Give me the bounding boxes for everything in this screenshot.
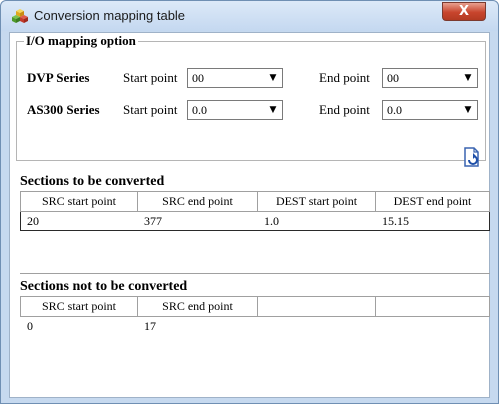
refresh-document-icon[interactable]	[461, 146, 483, 168]
cell-src-end[interactable]: 17	[138, 317, 258, 336]
cell-dest-end[interactable]: 15.15	[375, 211, 490, 231]
cell-empty-2[interactable]	[376, 317, 490, 336]
cell-src-start[interactable]: 0	[21, 317, 138, 336]
col-src-start[interactable]: SRC start point	[20, 191, 138, 212]
dvp-end-select[interactable]: 00 ▼	[382, 68, 478, 88]
title-bar: Conversion mapping table X	[1, 1, 498, 31]
dvp-end-label: End point	[319, 70, 370, 85]
cell-src-end[interactable]: 377	[137, 211, 258, 231]
col-empty-2[interactable]	[375, 296, 490, 317]
dvp-start-label: Start point	[123, 70, 178, 85]
not-converted-header-row: SRC start point SRC end point	[20, 296, 490, 317]
converted-header-row: SRC start point SRC end point DEST start…	[20, 191, 490, 212]
col-dest-start[interactable]: DEST start point	[257, 191, 376, 212]
dialog-client: I/O mapping option DVP Series Start poin…	[9, 32, 490, 398]
not-converted-section-title: Sections not to be converted	[20, 279, 188, 294]
converted-table: SRC start point SRC end point DEST start…	[20, 191, 490, 231]
dvp-start-select[interactable]: 00 ▼	[187, 68, 283, 88]
as300-end-select[interactable]: 0.0 ▼	[382, 100, 478, 120]
table-row[interactable]: 0 17	[21, 317, 490, 336]
as300-start-select[interactable]: 0.0 ▼	[187, 100, 283, 120]
app-cubes-icon	[12, 9, 28, 23]
window-title: Conversion mapping table	[34, 8, 186, 23]
col-src-end[interactable]: SRC end point	[137, 191, 258, 212]
as300-start-label: Start point	[123, 102, 178, 117]
converted-section-title: Sections to be converted	[20, 174, 165, 189]
close-button[interactable]: X	[442, 2, 486, 21]
col-empty-1[interactable]	[257, 296, 376, 317]
col-src-start[interactable]: SRC start point	[20, 296, 138, 317]
io-mapping-group: I/O mapping option DVP Series Start poin…	[16, 33, 486, 161]
cell-dest-start[interactable]: 1.0	[257, 211, 376, 231]
cell-empty-1[interactable]	[258, 317, 376, 336]
as300-series-label: AS300 Series	[27, 102, 100, 117]
dvp-start-value: 00	[192, 71, 204, 85]
chevron-down-icon[interactable]: ▼	[266, 71, 280, 85]
as300-start-value: 0.0	[192, 103, 207, 117]
table-row[interactable]: 20 377 1.0 15.15	[20, 211, 490, 231]
as300-end-label: End point	[319, 102, 370, 117]
io-mapping-group-title: I/O mapping option	[24, 33, 138, 49]
dvp-end-value: 00	[387, 71, 399, 85]
section-divider	[20, 273, 490, 274]
chevron-down-icon[interactable]: ▼	[461, 71, 475, 85]
col-dest-end[interactable]: DEST end point	[375, 191, 490, 212]
chevron-down-icon[interactable]: ▼	[461, 103, 475, 117]
dvp-series-label: DVP Series	[27, 70, 90, 85]
as300-end-value: 0.0	[387, 103, 402, 117]
not-converted-table: SRC start point SRC end point 0 17	[20, 296, 490, 336]
conversion-mapping-window: Conversion mapping table X I/O mapping o…	[0, 0, 499, 404]
chevron-down-icon[interactable]: ▼	[266, 103, 280, 117]
cell-src-start[interactable]: 20	[20, 211, 138, 231]
col-src-end[interactable]: SRC end point	[137, 296, 258, 317]
